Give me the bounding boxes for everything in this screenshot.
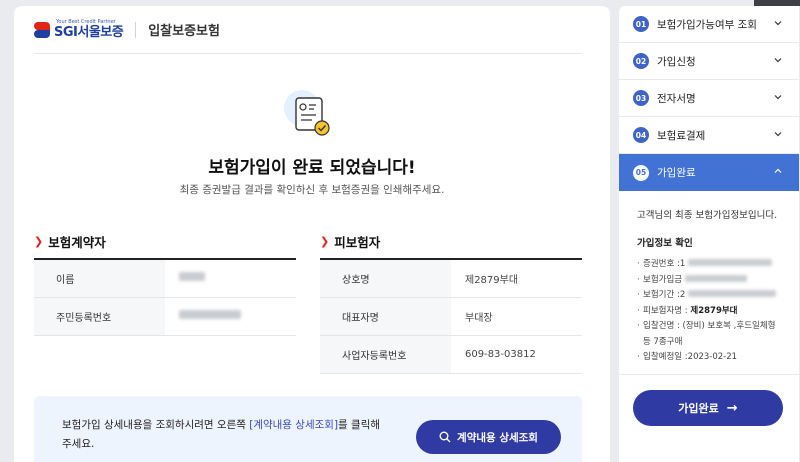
- contract-detail-label: 계약내용 상세조회: [457, 431, 538, 444]
- top-bar: Your Best Credit Partner SGI서울보증 입찰보증보험: [34, 6, 582, 54]
- policy-info-list: 증권번호 :1 보험가입금 보험기간 :2 피보험자명 : 제2879부대 입찰…: [637, 257, 781, 366]
- masked-value: [687, 290, 776, 297]
- section-arrow-icon: ❯: [34, 235, 44, 248]
- insured-company-label: 상호명: [320, 258, 451, 298]
- list-item: 증권번호 :1: [637, 257, 781, 273]
- masked-value: [687, 259, 772, 266]
- divider: [619, 374, 799, 375]
- completion-info-panel: 고객님의 최종 보험가입정보입니다. 가입정보 확인 증권번호 :1 보험가입금…: [619, 191, 799, 366]
- step-number: 04: [633, 127, 649, 143]
- chevron-down-icon: [774, 95, 782, 100]
- chevron-up-icon: [774, 168, 782, 173]
- table-row: 주민등록번호: [34, 297, 296, 336]
- section-arrow-icon: ❯: [320, 235, 330, 248]
- brand-name: SGI서울보증: [54, 25, 124, 40]
- detail-link-text[interactable]: [계약내용 상세조회]: [249, 419, 338, 431]
- step-label: 가입완료: [657, 167, 696, 179]
- step-label: 보험가입가능여부 조회: [657, 18, 757, 31]
- main-content: Your Best Credit Partner SGI서울보증 입찰보증보험 …: [14, 6, 610, 462]
- step-label: 보험료결제: [657, 129, 706, 142]
- search-icon: [439, 431, 451, 443]
- table-row: 대표자명 부대장: [320, 297, 582, 336]
- document-check-icon: [284, 90, 340, 146]
- step-e-signature[interactable]: 03 전자서명: [619, 80, 799, 117]
- list-item: 보험기간 :2: [637, 288, 781, 304]
- table-row: 사업자등록번호 609-83-03812: [320, 335, 582, 374]
- list-item: 입찰예정일 :2023-02-21: [637, 350, 781, 366]
- list-item: 입찰건명 : (장비) 보호복 ,후드일체형등 7종구매: [637, 319, 781, 350]
- masked-value: [684, 274, 747, 282]
- chevron-down-icon: [774, 58, 782, 63]
- contractor-id-value: [165, 297, 296, 336]
- step-number: 05: [633, 164, 649, 181]
- divider: [135, 21, 137, 38]
- contractor-name-label: 이름: [34, 258, 165, 298]
- step-number: 02: [633, 53, 649, 69]
- complete-button[interactable]: 가입완료 →: [633, 390, 783, 426]
- sgi-logo-icon: [34, 21, 50, 38]
- chevron-down-icon: [774, 132, 782, 137]
- contractor-title-text: 보험계약자: [48, 235, 106, 250]
- insured-rep-value: 부대장: [451, 297, 582, 336]
- sgi-logo: Your Best Credit Partner SGI서울보증: [34, 20, 124, 40]
- detail-banner: 보험가입 상세내용을 조회하시려면 오른쪽 [계약내용 상세조회]를 클릭해주세…: [34, 396, 582, 462]
- complete-button-label: 가입완료: [678, 402, 719, 415]
- step-sidebar: 01 보험가입가능여부 조회 02 가입신청 03 전자서명 04 보험료결제 …: [619, 6, 799, 462]
- contract-detail-button[interactable]: 계약내용 상세조회: [416, 420, 561, 454]
- step-label: 전자서명: [657, 92, 696, 105]
- panel-heading: 가입정보 확인: [637, 238, 693, 249]
- step-number: 03: [633, 90, 649, 106]
- insured-table: 상호명 제2879부대 대표자명 부대장 사업자등록번호 609-83-0381…: [320, 258, 582, 374]
- insured-company-value: 제2879부대: [451, 258, 582, 298]
- step-label: 가입신청: [657, 55, 696, 68]
- table-row: 상호명 제2879부대: [320, 258, 582, 298]
- step-number: 01: [633, 16, 649, 32]
- insured-bizno-value: 609-83-03812: [451, 335, 582, 374]
- insured-bizno-label: 사업자등록번호: [320, 335, 451, 374]
- step-eligibility[interactable]: 01 보험가입가능여부 조회: [619, 6, 799, 43]
- page-title: 입찰보증보험: [148, 24, 220, 39]
- contractor-section-title: ❯ 보험계약자: [34, 232, 106, 251]
- contractor-id-label: 주민등록번호: [34, 297, 165, 336]
- step-application[interactable]: 02 가입신청: [619, 43, 799, 80]
- insured-section-title: ❯ 피보험자: [320, 232, 380, 251]
- chevron-down-icon: [774, 21, 782, 26]
- masked-value: [179, 310, 241, 319]
- contractor-table: 이름 주민등록번호: [34, 258, 296, 336]
- panel-intro: 고객님의 최종 보험가입정보입니다.: [637, 210, 778, 221]
- table-row: 이름: [34, 258, 296, 298]
- step-complete[interactable]: 05 가입완료: [619, 154, 799, 191]
- banner-text: 보험가입 상세내용을 조회하시려면 오른쪽 [계약내용 상세조회]를 클릭해주세…: [62, 419, 381, 450]
- contractor-name-value: [165, 258, 296, 298]
- insured-title-text: 피보험자: [334, 235, 381, 250]
- list-item: 피보험자명 : 제2879부대: [637, 304, 781, 320]
- arrow-right-icon: →: [726, 400, 738, 416]
- insured-rep-label: 대표자명: [320, 297, 451, 336]
- completion-subtitle: 최종 증권발급 결과를 확인하신 후 보험증권을 인쇄해주세요.: [179, 184, 445, 196]
- masked-value: [179, 272, 205, 282]
- completion-title: 보험가입이 완료 되었습니다!: [208, 158, 416, 178]
- list-item: 보험가입금: [637, 273, 781, 289]
- step-payment[interactable]: 04 보험료결제: [619, 117, 799, 154]
